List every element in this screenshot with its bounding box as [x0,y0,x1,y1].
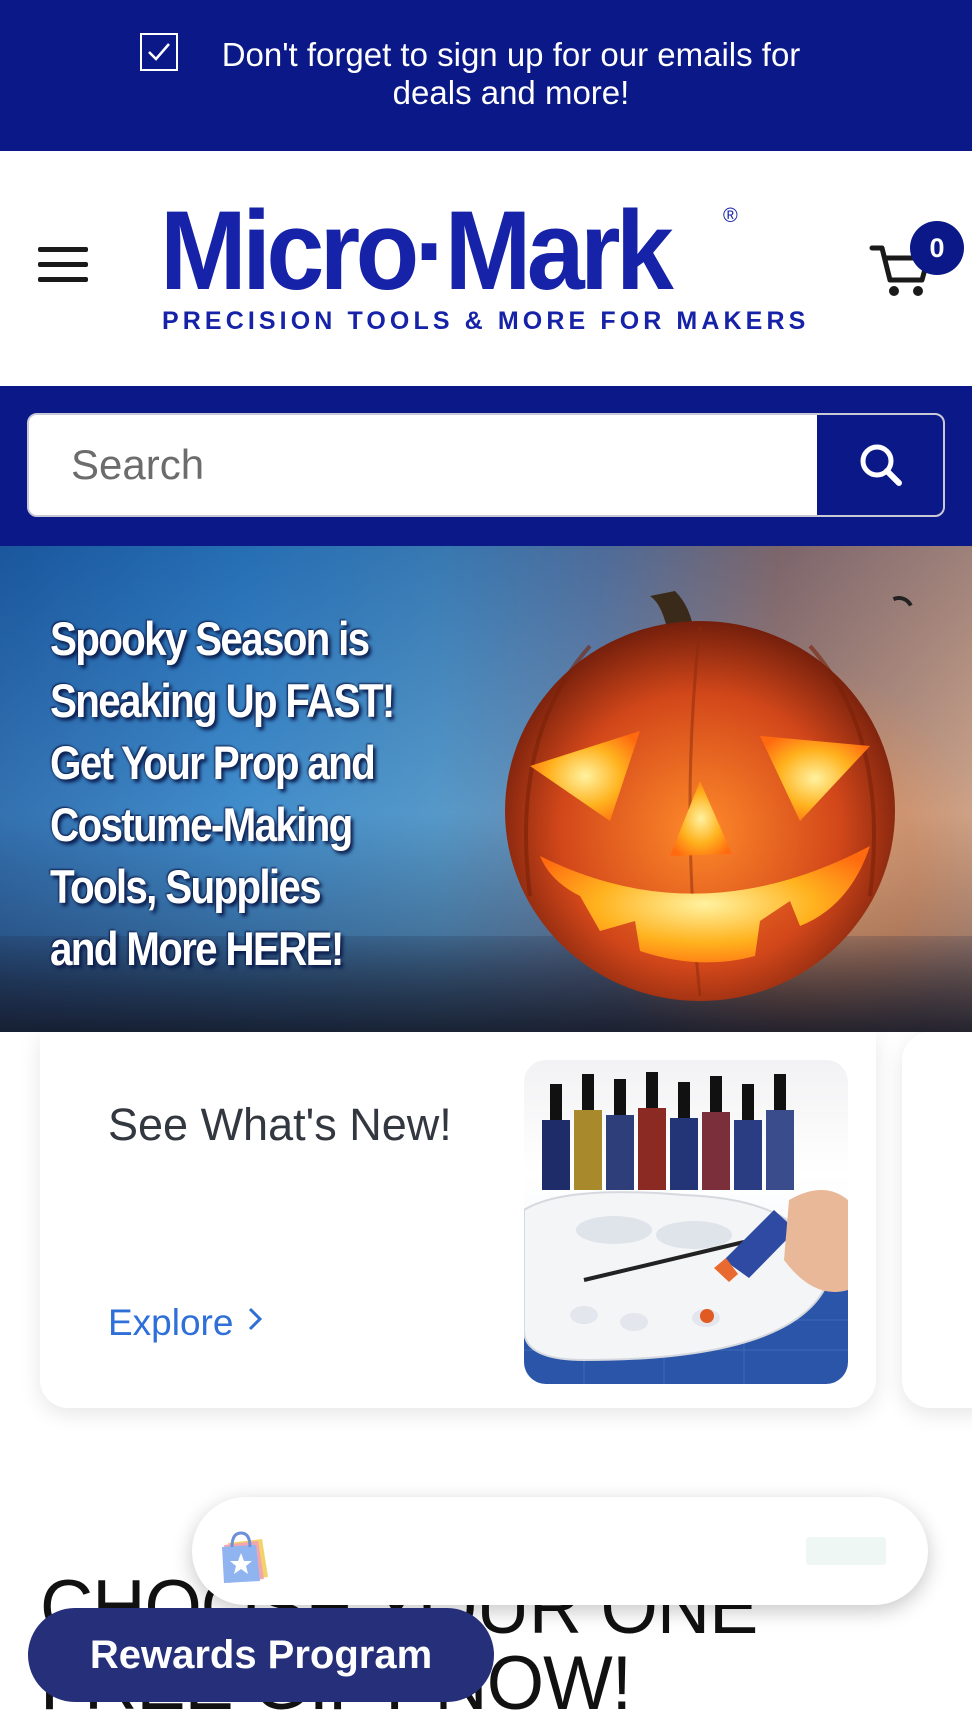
announcement-bar[interactable]: Don't forget to sign up for our emails f… [0,0,972,151]
rewards-widget[interactable] [192,1497,928,1605]
rewards-program-button[interactable]: Rewards Program [28,1608,494,1702]
search-icon [860,444,902,486]
search-container [27,413,945,517]
site-header: Micro·Mark ® PRECISION TOOLS & MORE FOR … [0,151,972,386]
checkbox-icon[interactable] [140,33,178,71]
hamburger-menu-icon[interactable] [38,247,90,287]
card-title: See What's New! [108,1099,452,1150]
hero-banner-halloween[interactable]: Spooky Season is Sneaking Up FAST! Get Y… [0,546,972,1032]
logo-tagline: PRECISION TOOLS & MORE FOR MAKERS [162,307,810,335]
promo-card-whats-new[interactable]: See What's New! Explore [40,1032,876,1408]
search-button[interactable] [817,415,943,515]
jack-o-lantern-image [505,591,895,1001]
paint-bottles-image [524,1060,848,1384]
explore-link-label[interactable]: Explore [108,1302,233,1344]
announcement-text[interactable]: Don't forget to sign up for our emails f… [191,36,831,112]
shopping-bag-star-icon[interactable] [214,1525,276,1587]
registered-mark: ® [723,205,738,227]
chevron-right-icon [247,1306,263,1340]
search-bar [0,386,972,546]
logo-wordmark: Micro·Mark [160,188,674,313]
promo-card-next[interactable] [902,1032,972,1408]
cart-count-badge: 0 [910,221,964,275]
hero-headline: Spooky Season is Sneaking Up FAST! Get Y… [50,612,395,975]
widget-placeholder-pill [806,1537,886,1565]
explore-link[interactable]: Explore [108,1302,263,1344]
logo[interactable]: Micro·Mark ® PRECISION TOOLS & MORE FOR … [160,188,805,336]
search-input[interactable] [29,415,817,515]
